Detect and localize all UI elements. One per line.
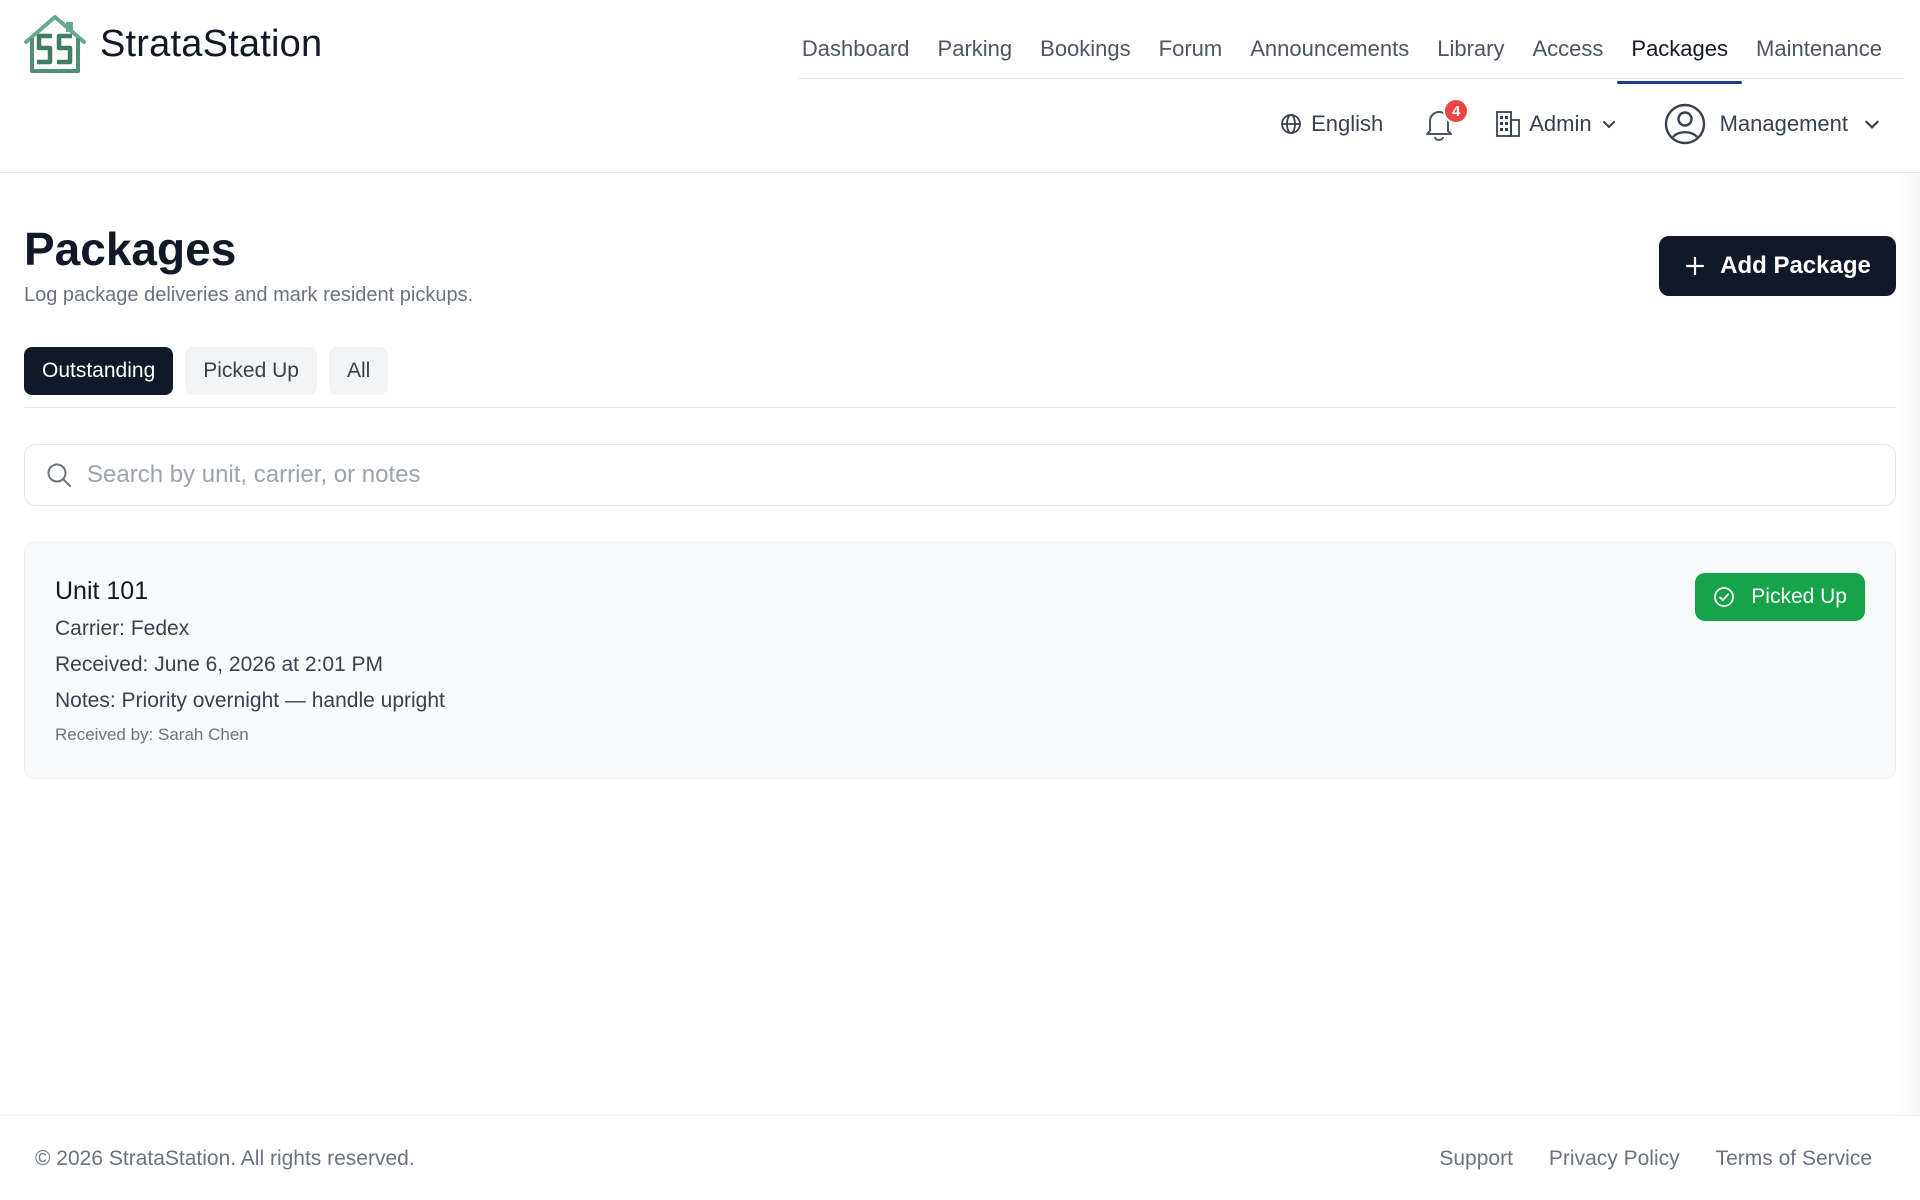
user-menu[interactable]: Management [1664, 103, 1882, 145]
page-title: Packages [24, 223, 237, 275]
nav-item-access[interactable]: Access [1518, 28, 1617, 70]
mark-picked-up-label: Picked Up [1751, 585, 1847, 608]
privacy-policy-link[interactable]: Privacy Policy [1549, 1147, 1680, 1171]
tab-picked-up[interactable]: Picked Up [185, 347, 317, 395]
search-icon [47, 463, 71, 487]
package-unit: Unit 101 [55, 577, 149, 605]
chevron-down-icon [1865, 120, 1879, 129]
page-subtitle: Log package deliveries and mark resident… [24, 284, 474, 306]
packages-page: StrataStation Dashboard Parking Bookings… [0, 0, 1920, 1200]
language-selector[interactable]: English [1279, 111, 1383, 137]
package-notes: Notes: Priority overnight — handle uprig… [55, 689, 445, 712]
nav-item-forum[interactable]: Forum [1145, 28, 1237, 70]
user-role-label: Management [1719, 111, 1848, 136]
header-toolbar: English 4 Admin Management [1279, 98, 1882, 148]
nav-item-library[interactable]: Library [1423, 28, 1518, 70]
divider [24, 407, 1896, 408]
nav-item-maintenance[interactable]: Maintenance [1742, 28, 1896, 70]
footer-links: Support Privacy Policy Terms of Service [1439, 1147, 1872, 1171]
terms-of-service-link[interactable]: Terms of Service [1716, 1147, 1872, 1171]
app-footer: © 2026 StrataStation. All rights reserve… [0, 1115, 1920, 1200]
mark-picked-up-button[interactable]: Picked Up [1695, 573, 1865, 621]
support-link[interactable]: Support [1439, 1147, 1513, 1171]
building-selector[interactable]: Admin [1495, 110, 1617, 138]
add-package-label: Add Package [1720, 252, 1871, 279]
notifications-button[interactable]: 4 [1421, 98, 1470, 144]
tab-outstanding[interactable]: Outstanding [24, 347, 174, 395]
chevron-down-icon [1602, 121, 1615, 129]
globe-icon [1281, 114, 1301, 134]
language-label: English [1311, 111, 1384, 136]
package-received-by: Received by: Sarah Chen [55, 725, 249, 744]
user-circle-icon [1664, 103, 1705, 145]
top-navigation: Dashboard Parking Bookings Forum Announc… [798, 16, 1904, 84]
building-icon [1496, 111, 1521, 137]
nav-item-parking[interactable]: Parking [924, 28, 1027, 70]
building-label: Admin [1529, 111, 1592, 136]
nav-item-packages[interactable]: Packages [1617, 28, 1742, 84]
notification-count-badge: 4 [1443, 98, 1470, 124]
package-received: Received: June 6, 2026 at 2:01 PM [55, 653, 384, 676]
app-header: StrataStation Dashboard Parking Bookings… [0, 0, 1920, 173]
check-circle-icon [1714, 587, 1735, 607]
nav-item-bookings[interactable]: Bookings [1026, 28, 1145, 70]
package-card: Unit 101 Carrier: Fedex Received: June 6… [24, 542, 1896, 779]
brand[interactable]: StrataStation [22, 14, 322, 74]
building-logo-icon [24, 15, 86, 73]
brand-name: StrataStation [100, 22, 323, 65]
search-input[interactable] [87, 461, 1787, 489]
copyright-text: © 2026 StrataStation. All rights reserve… [35, 1147, 415, 1170]
plus-icon [1686, 256, 1705, 276]
nav-item-dashboard[interactable]: Dashboard [788, 28, 924, 70]
package-carrier: Carrier: Fedex [55, 617, 190, 640]
nav-item-announcements[interactable]: Announcements [1236, 28, 1423, 70]
search-bar [24, 444, 1896, 506]
add-package-button[interactable]: Add Package [1659, 236, 1896, 296]
tab-all[interactable]: All [328, 347, 389, 395]
scroll-shadow [1898, 173, 1920, 1115]
filter-tabs: Outstanding Picked Up All [24, 347, 389, 395]
